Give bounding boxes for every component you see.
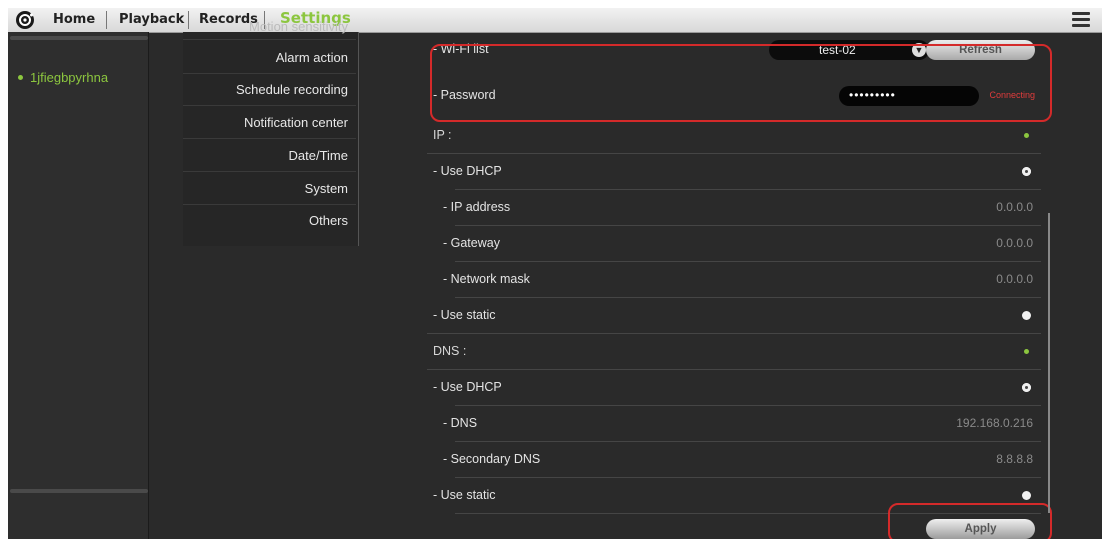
dns-secondary-row: - Secondary DNS 8.8.8.8 (419, 442, 1041, 478)
dns-secondary-label: - Secondary DNS (443, 452, 541, 466)
gateway-row: - Gateway 0.0.0.0 (419, 226, 1041, 262)
device-scroll-bottom (10, 489, 148, 493)
ip-static-radio[interactable] (1022, 311, 1031, 320)
ip-address-row: - IP address 0.0.0.0 (419, 190, 1041, 226)
device-panel: 1jfiegbpyrhna (8, 32, 149, 539)
device-item[interactable]: 1jfiegbpyrhna (18, 70, 108, 85)
network-mask-value[interactable]: 0.0.0.0 (996, 272, 1033, 286)
wifi-highlight-box (430, 44, 1052, 122)
ip-static-row: - Use static (419, 298, 1041, 334)
ip-section-label: IP : (433, 128, 452, 142)
dns-section-label: DNS : (433, 344, 467, 358)
dns-dhcp-row: - Use DHCP (419, 370, 1041, 406)
menu-divider (358, 32, 359, 246)
nav-home[interactable]: Home (53, 12, 95, 28)
gateway-label: - Gateway (443, 236, 500, 250)
app-window: Home Playback Records Settings 1jfiegbpy… (8, 8, 1102, 539)
nav-playback[interactable]: Playback (119, 12, 184, 28)
online-status-icon (18, 75, 23, 81)
dns-section-row: DNS : (419, 334, 1041, 370)
device-scroll-top (10, 36, 148, 40)
dns-dhcp-radio[interactable] (1022, 383, 1031, 392)
menu-item-schedule-recording[interactable]: Schedule recording (183, 74, 356, 106)
hamburger-menu-icon[interactable] (1072, 12, 1090, 28)
network-mask-label: - Network mask (443, 272, 530, 286)
menu-item-alarm-action[interactable]: Alarm action (183, 42, 356, 74)
ip-address-value[interactable]: 0.0.0.0 (996, 200, 1033, 214)
settings-menu: Motion sensitivity Alarm action Schedule… (183, 19, 358, 246)
dns-dhcp-label: - Use DHCP (433, 380, 502, 394)
network-mask-row: - Network mask 0.0.0.0 (419, 262, 1041, 298)
ip-dhcp-row: - Use DHCP (419, 154, 1041, 190)
menu-item-notification-center[interactable]: Notification center (183, 107, 356, 139)
dns-static-radio[interactable] (1022, 491, 1031, 500)
ip-static-label: - Use static (433, 308, 496, 322)
ip-dhcp-radio[interactable] (1022, 167, 1031, 176)
gateway-value[interactable]: 0.0.0.0 (996, 236, 1033, 250)
menu-item-system[interactable]: System (183, 173, 356, 205)
dns-primary-row: - DNS 192.168.0.216 (419, 406, 1041, 442)
top-nav-bar: Home Playback Records Settings (8, 8, 1102, 33)
menu-item-date-time[interactable]: Date/Time (183, 140, 356, 172)
device-name: 1jfiegbpyrhna (30, 70, 109, 85)
ip-dhcp-label: - Use DHCP (433, 164, 502, 178)
dns-static-label: - Use static (433, 488, 496, 502)
status-dot-icon (1024, 133, 1029, 138)
apply-highlight-box (888, 503, 1052, 539)
nav-divider (106, 11, 107, 29)
ip-address-label: - IP address (443, 200, 511, 214)
dns-primary-label: - DNS (443, 416, 478, 430)
ip-section-row: IP : (419, 118, 1041, 154)
menu-item-others[interactable]: Others (183, 205, 356, 237)
menu-item-motion-sensitivity[interactable]: Motion sensitivity (183, 14, 356, 40)
network-settings: - Wi-Fi list test-02 ▼ Refresh - Passwor… (419, 32, 1052, 539)
status-dot-icon (1024, 349, 1029, 354)
logo-icon (16, 11, 34, 29)
dns-secondary-value[interactable]: 8.8.8.8 (996, 452, 1033, 466)
vertical-scrollbar[interactable] (1048, 213, 1050, 513)
dns-primary-value[interactable]: 192.168.0.216 (956, 416, 1033, 430)
